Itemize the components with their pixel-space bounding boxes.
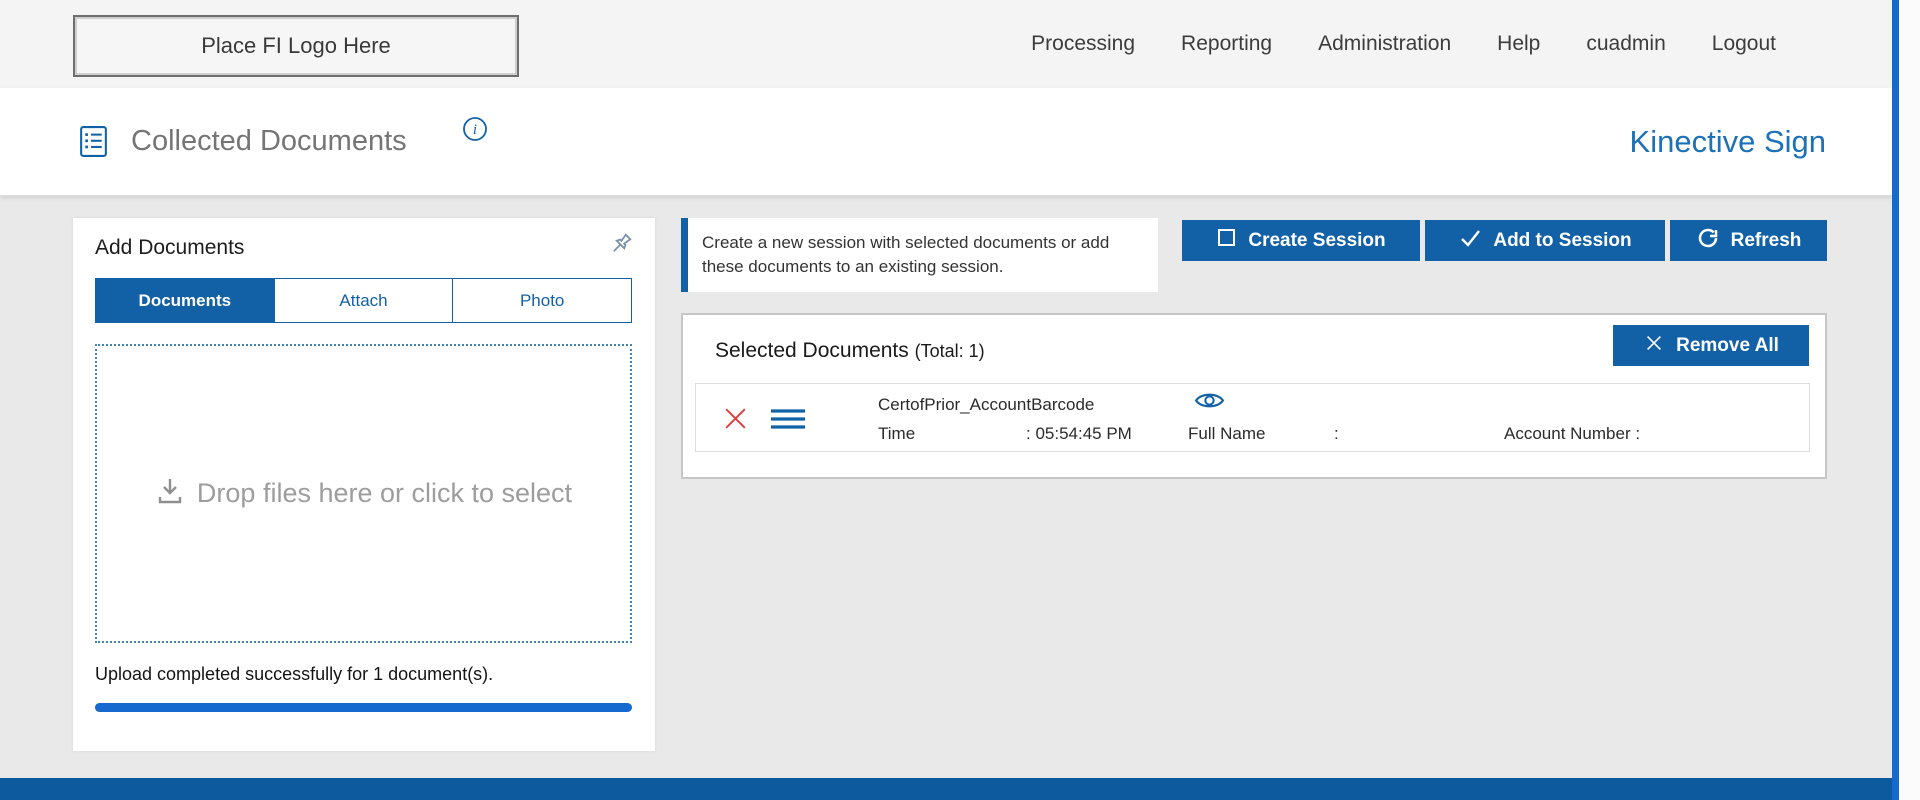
tab-photo[interactable]: Photo (452, 279, 631, 322)
full-name-label: Full Name (1188, 424, 1265, 444)
app-root: Place FI Logo Here Processing Reporting … (0, 0, 1920, 800)
footer-bar (0, 778, 1892, 800)
selected-documents-title-text: Selected Documents (715, 339, 909, 362)
refresh-label: Refresh (1731, 230, 1802, 252)
session-info-banner: Create a new session with selected docum… (681, 218, 1158, 292)
nav-item-reporting[interactable]: Reporting (1181, 32, 1272, 56)
time-label: Time (878, 424, 915, 444)
check-icon (1458, 226, 1482, 256)
fi-logo-placeholder: Place FI Logo Here (73, 15, 519, 77)
fi-logo-text: Place FI Logo Here (201, 33, 391, 59)
remove-all-button[interactable]: Remove All (1613, 325, 1809, 366)
upload-progress-fill (95, 703, 632, 712)
nav-item-user-cuadmin[interactable]: cuadmin (1586, 32, 1665, 56)
add-documents-tabs: Documents Attach Photo (95, 278, 632, 323)
create-session-label: Create Session (1248, 230, 1385, 252)
add-documents-title: Add Documents (95, 236, 244, 260)
document-name: CertofPrior_AccountBarcode (878, 395, 1094, 415)
add-to-session-label: Add to Session (1493, 230, 1631, 252)
square-icon (1216, 227, 1237, 254)
upload-status-text: Upload completed successfully for 1 docu… (95, 664, 493, 685)
add-to-session-button[interactable]: Add to Session (1425, 220, 1665, 261)
selected-documents-total: (Total: 1) (915, 341, 985, 361)
download-icon (155, 476, 185, 511)
top-header: Place FI Logo Here Processing Reporting … (0, 0, 1892, 88)
document-row: CertofPrior_AccountBarcode Time : 05:54:… (695, 383, 1810, 452)
selected-documents-panel: Selected Documents (Total: 1) Remove All… (681, 313, 1827, 479)
refresh-icon (1696, 226, 1720, 256)
document-row-details: Time : 05:54:45 PM Full Name : Account N… (696, 424, 1809, 444)
refresh-button[interactable]: Refresh (1670, 220, 1827, 261)
info-icon[interactable]: i (462, 116, 488, 147)
tab-documents[interactable]: Documents (96, 279, 274, 322)
eye-icon[interactable] (1194, 389, 1225, 417)
add-documents-card: Add Documents Documents Attach Photo (73, 218, 655, 751)
full-name-value: : (1334, 424, 1339, 444)
document-list-icon (76, 124, 111, 164)
upload-progress-bar (95, 703, 632, 712)
create-session-button[interactable]: Create Session (1182, 220, 1420, 261)
nav-item-help[interactable]: Help (1497, 32, 1540, 56)
selected-documents-title: Selected Documents (Total: 1) (715, 339, 985, 363)
svg-text:i: i (473, 122, 477, 138)
page-title: Collected Documents (131, 125, 407, 158)
dropzone-label: Drop files here or click to select (197, 478, 572, 509)
brand-kinective-sign: Kinective Sign (1630, 124, 1826, 160)
nav-item-logout[interactable]: Logout (1712, 32, 1776, 56)
account-number-label: Account Number : (1504, 424, 1640, 444)
main-nav: Processing Reporting Administration Help… (1031, 0, 1776, 88)
scrollbar[interactable] (1892, 0, 1899, 800)
nav-item-administration[interactable]: Administration (1318, 32, 1451, 56)
nav-item-processing[interactable]: Processing (1031, 32, 1135, 56)
time-value: : 05:54:45 PM (1026, 424, 1132, 444)
title-bar: Collected Documents i Kinective Sign (0, 88, 1892, 196)
file-dropzone[interactable]: Drop files here or click to select (95, 344, 632, 643)
right-gutter (1899, 0, 1920, 800)
tab-attach[interactable]: Attach (274, 279, 453, 322)
x-icon (1643, 332, 1665, 360)
pin-icon[interactable] (603, 230, 635, 267)
remove-all-label: Remove All (1676, 335, 1779, 357)
